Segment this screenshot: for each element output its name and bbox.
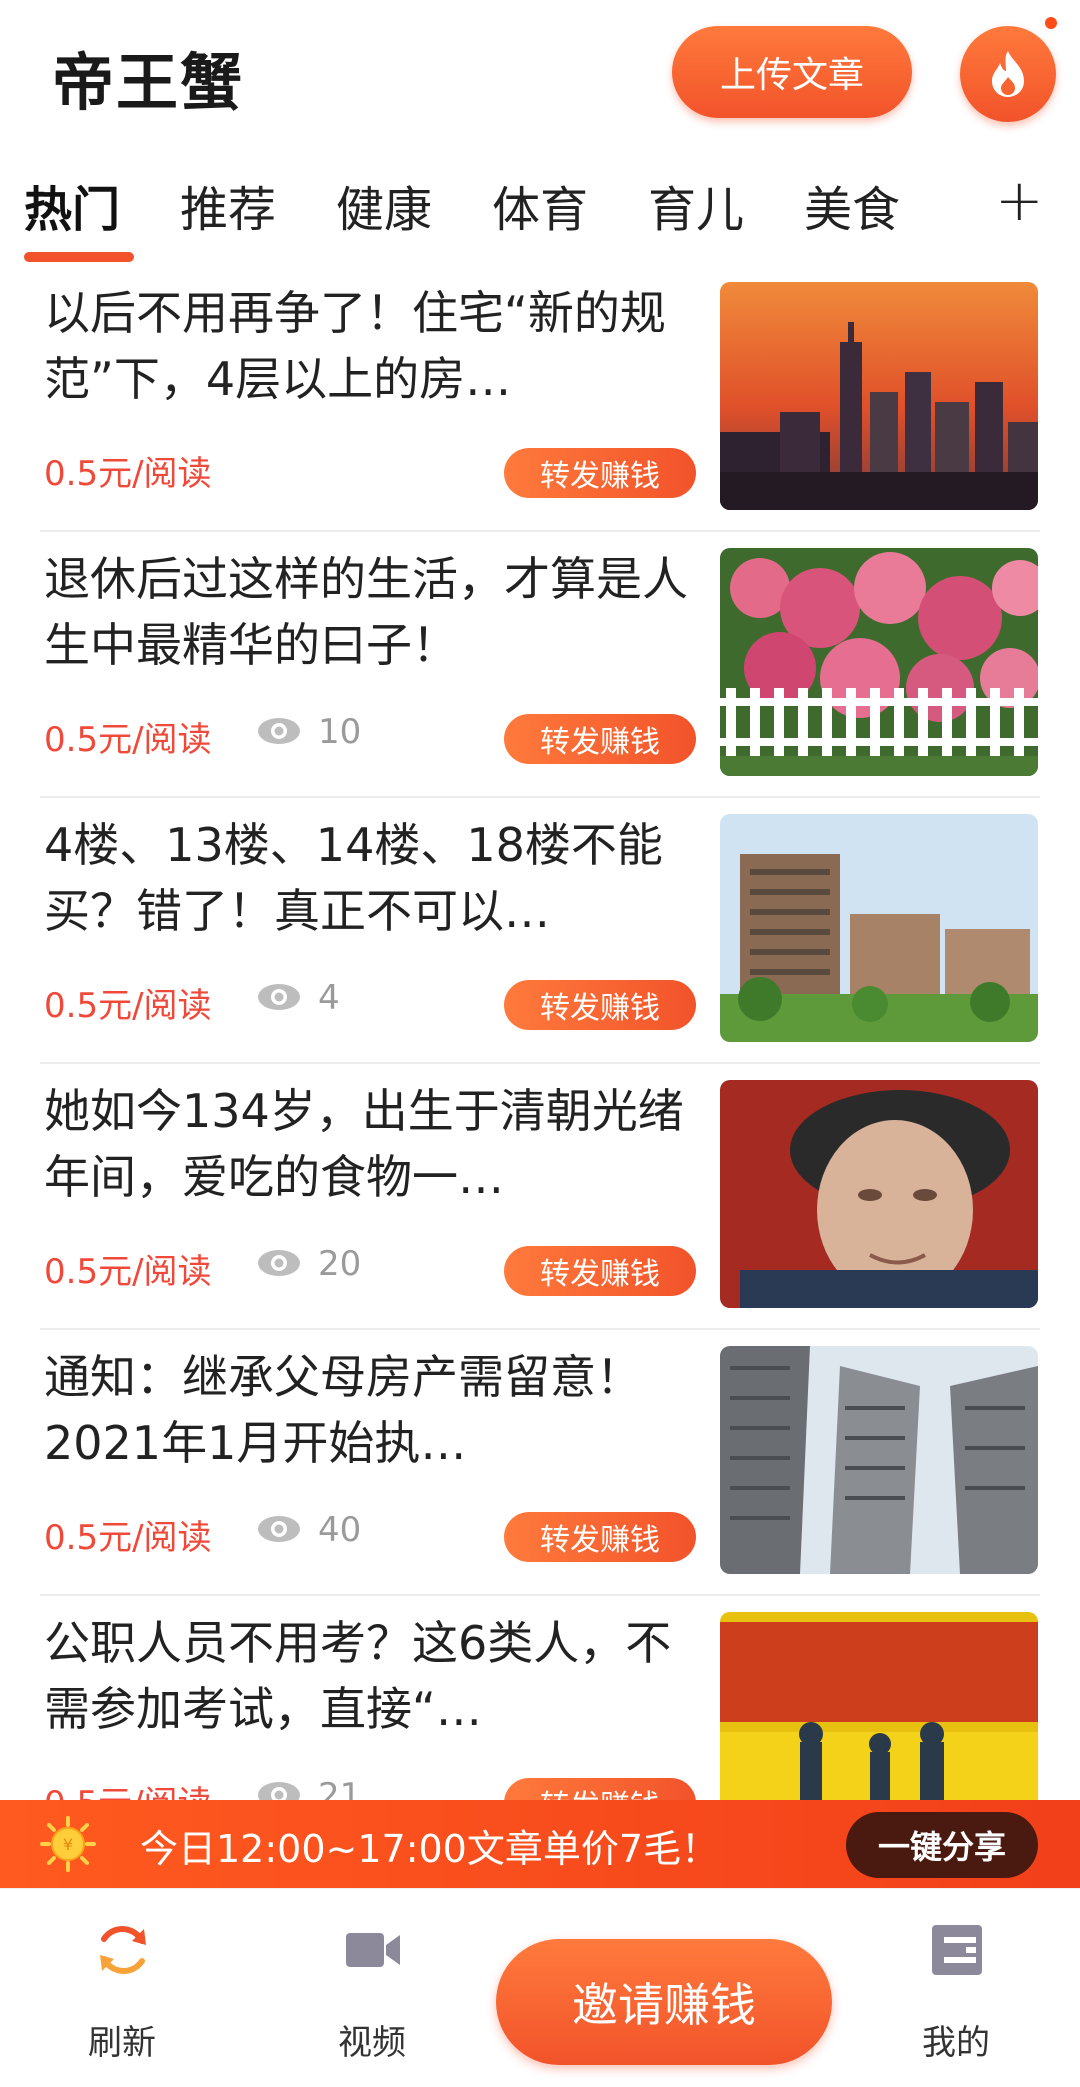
list-divider (40, 1594, 1040, 1596)
nav-refresh[interactable]: 刷新 (32, 1889, 212, 2087)
view-count: 4 (318, 978, 340, 1018)
article-price: 0.5元/阅读 (44, 986, 212, 1026)
article-thumbnail[interactable] (720, 814, 1038, 1042)
fire-icon (992, 51, 1024, 97)
nav-video[interactable]: 视频 (282, 1889, 462, 2087)
profile-icon (932, 1925, 982, 1975)
eye-icon (258, 1250, 300, 1276)
article-thumbnail[interactable] (720, 1080, 1038, 1308)
article-title[interactable]: 通知：继承父母房产需留意！2021年1月开始执… (44, 1344, 704, 1476)
view-count: 40 (318, 1510, 362, 1550)
notification-dot (1042, 14, 1060, 32)
one-click-share-button[interactable]: 一键分享 (846, 1812, 1038, 1878)
article-item[interactable]: 4楼、13楼、14楼、18楼不能买？错了！真正不可以… 0.5元/阅读 4 转发… (0, 800, 1080, 1066)
tab-food[interactable]: 美食 (804, 170, 900, 240)
article-item[interactable]: 通知：继承父母房产需留意！2021年1月开始执… 0.5元/阅读 40 转发赚钱 (0, 1332, 1080, 1598)
view-count: 20 (318, 1244, 362, 1284)
article-thumbnail[interactable] (720, 1346, 1038, 1574)
list-divider (40, 796, 1040, 798)
category-tabs: 热门 推荐 健康 体育 育儿 美食 + (0, 160, 1080, 262)
tab-add-button[interactable]: + (995, 166, 1044, 234)
video-camera-icon (346, 1933, 400, 1967)
active-tab-indicator (24, 252, 134, 262)
share-earn-button[interactable]: 转发赚钱 (504, 1246, 696, 1296)
tab-hot[interactable]: 热门 (24, 170, 120, 240)
svg-text:¥: ¥ (63, 1835, 73, 1854)
upload-article-button[interactable]: 上传文章 (672, 26, 912, 118)
nav-mine[interactable]: 我的 (866, 1889, 1046, 2087)
article-item[interactable]: 她如今134岁，出生于清朝光绪年间，爱吃的食物一… 0.5元/阅读 20 转发赚… (0, 1066, 1080, 1332)
eye-icon (258, 718, 300, 744)
list-divider (40, 1328, 1040, 1330)
list-divider (40, 530, 1040, 532)
share-earn-button[interactable]: 转发赚钱 (504, 714, 696, 764)
nav-refresh-label: 刷新 (88, 2023, 156, 2063)
share-earn-button[interactable]: 转发赚钱 (504, 448, 696, 498)
share-earn-button[interactable]: 转发赚钱 (504, 980, 696, 1030)
article-title[interactable]: 以后不用再争了！住宅“新的规范”下，4层以上的房… (44, 280, 704, 412)
article-price: 0.5元/阅读 (44, 1518, 212, 1558)
share-earn-button[interactable]: 转发赚钱 (504, 1512, 696, 1562)
tab-sports[interactable]: 体育 (492, 170, 588, 240)
eye-icon (258, 1516, 300, 1542)
article-title[interactable]: 退休后过这样的生活，才算是人生中最精华的曰子！ (44, 546, 704, 678)
article-price: 0.5元/阅读 (44, 720, 212, 760)
promo-text: 今日12:00~17:00文章单价7毛！ (140, 1827, 720, 1871)
app-title: 帝王蟹 (52, 46, 245, 119)
article-item[interactable]: 退休后过这样的生活，才算是人生中最精华的曰子！ 0.5元/阅读 10 转发赚钱 (0, 534, 1080, 800)
nav-video-label: 视频 (338, 2023, 406, 2063)
article-thumbnail[interactable] (720, 282, 1038, 510)
app-header: 帝王蟹 上传文章 (0, 0, 1080, 150)
invite-earn-button[interactable]: 邀请赚钱 (496, 1939, 832, 2065)
tab-parenting[interactable]: 育儿 (648, 170, 744, 240)
article-title[interactable]: 公职人员不用考？这6类人，不需参加考试，直接“… (44, 1610, 704, 1742)
tab-recommend[interactable]: 推荐 (180, 170, 276, 240)
article-item[interactable]: 以后不用再争了！住宅“新的规范”下，4层以上的房… 0.5元/阅读 转发赚钱 (0, 268, 1080, 534)
list-divider (40, 1062, 1040, 1064)
view-count: 10 (318, 712, 362, 752)
article-title[interactable]: 4楼、13楼、14楼、18楼不能买？错了！真正不可以… (44, 812, 704, 944)
tab-health[interactable]: 健康 (336, 170, 432, 240)
article-thumbnail[interactable] (720, 548, 1038, 776)
article-title[interactable]: 她如今134岁，出生于清朝光绪年间，爱吃的食物一… (44, 1078, 704, 1210)
article-price: 0.5元/阅读 (44, 454, 212, 494)
nav-mine-label: 我的 (922, 2023, 990, 2063)
hot-button[interactable] (960, 26, 1056, 122)
bottom-navigation: 刷新 视频 邀请赚钱 我的 (0, 1888, 1080, 2087)
refresh-icon (100, 1926, 146, 1974)
eye-icon (258, 984, 300, 1010)
sun-coin-icon: ¥ (40, 1816, 96, 1872)
promo-banner: ¥ 今日12:00~17:00文章单价7毛！ 一键分享 (0, 1800, 1080, 1888)
article-price: 0.5元/阅读 (44, 1252, 212, 1292)
